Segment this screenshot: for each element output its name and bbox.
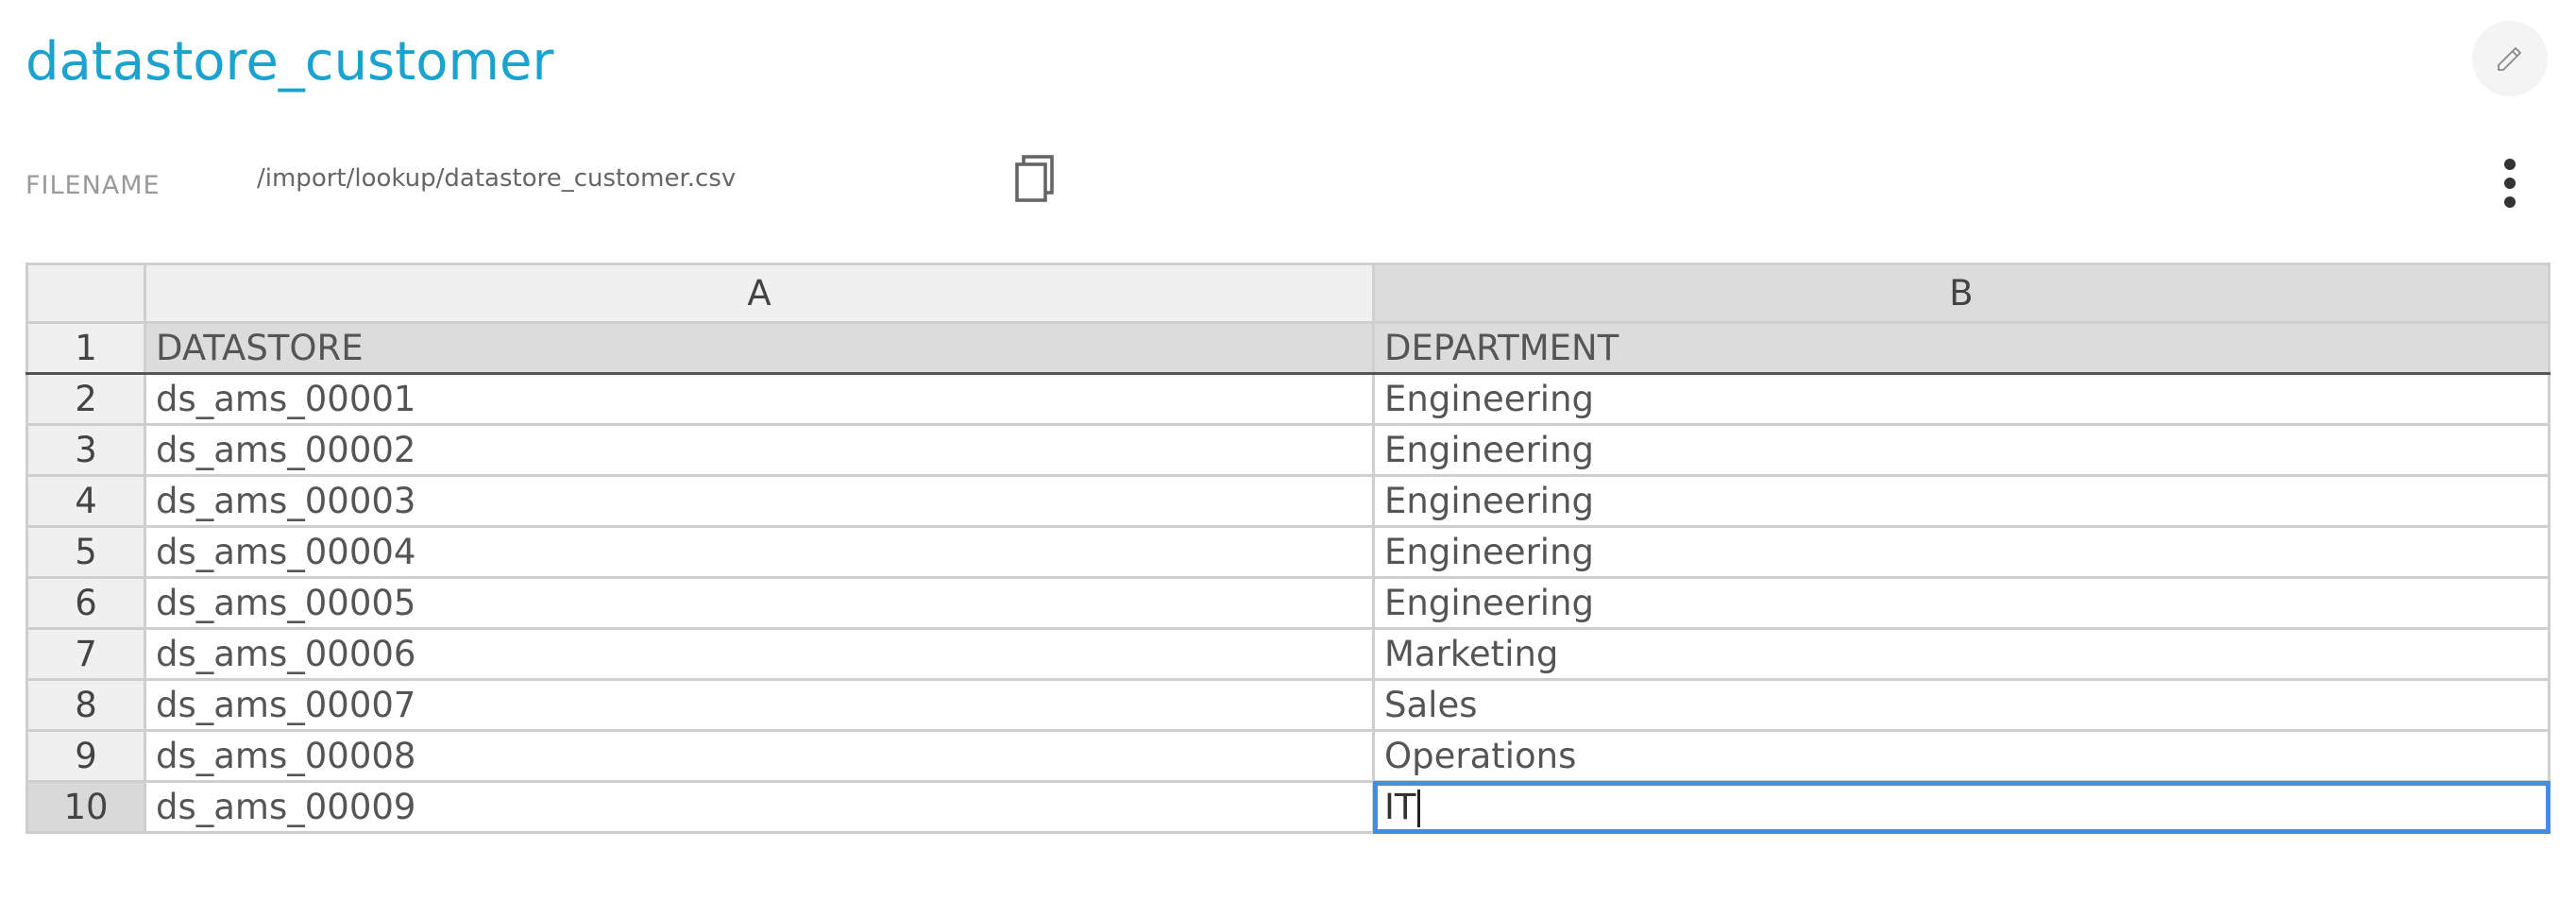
- row-number[interactable]: 1: [25, 321, 146, 375]
- selected-cell-editor[interactable]: IT: [1372, 780, 2551, 834]
- text-caret: [1416, 790, 1420, 828]
- row-number[interactable]: 10: [25, 780, 146, 834]
- table-row: 4 ds_ams_00003 Engineering: [25, 474, 2551, 528]
- filename-label: FILENAME: [25, 171, 161, 200]
- table-row: 6 ds_ams_00005 Engineering: [25, 576, 2551, 630]
- table-row: 7 ds_ams_00006 Marketing: [25, 627, 2551, 681]
- grid-cell[interactable]: ds_ams_00006: [144, 627, 1375, 681]
- table-row: 2 ds_ams_00001 Engineering: [25, 372, 2551, 426]
- row-number[interactable]: 5: [25, 525, 146, 579]
- grid-cell[interactable]: ds_ams_00008: [144, 729, 1375, 783]
- grid-cell[interactable]: ds_ams_00001: [144, 372, 1375, 426]
- more-options-button[interactable]: [2499, 157, 2521, 210]
- grid-cell[interactable]: ds_ams_00009: [144, 780, 1375, 834]
- grid-cell[interactable]: Engineering: [1372, 576, 2551, 630]
- grid-cell[interactable]: Operations: [1372, 729, 2551, 783]
- grid-cell[interactable]: Engineering: [1372, 423, 2551, 477]
- row-number[interactable]: 6: [25, 576, 146, 630]
- row-number[interactable]: 8: [25, 678, 146, 732]
- grid-cell[interactable]: Marketing: [1372, 627, 2551, 681]
- table-row: 9 ds_ams_00008 Operations: [25, 729, 2551, 783]
- selected-cell-value: IT: [1384, 786, 1416, 827]
- grid-cell[interactable]: Engineering: [1372, 525, 2551, 579]
- row-number[interactable]: 9: [25, 729, 146, 783]
- column-header-b[interactable]: B: [1372, 263, 2551, 324]
- grid-cell[interactable]: ds_ams_00007: [144, 678, 1375, 732]
- grid-cell[interactable]: Engineering: [1372, 372, 2551, 426]
- grid-cell[interactable]: Engineering: [1372, 474, 2551, 528]
- pencil-icon: [2498, 47, 2521, 71]
- grid-cell[interactable]: Sales: [1372, 678, 2551, 732]
- grid-cell[interactable]: ds_ams_00002: [144, 423, 1375, 477]
- table-row: 1 DATASTORE DEPARTMENT: [25, 321, 2551, 375]
- grid-cell[interactable]: ds_ams_00004: [144, 525, 1375, 579]
- more-vert-icon: [2504, 159, 2516, 208]
- row-number[interactable]: 2: [25, 372, 146, 426]
- grid-cell[interactable]: DATASTORE: [144, 321, 1375, 375]
- spreadsheet-grid: A B 1 DATASTORE DEPARTMENT 2 ds_ams_0000…: [25, 263, 2551, 834]
- table-row: 5 ds_ams_00004 Engineering: [25, 525, 2551, 579]
- copy-path-button[interactable]: [1014, 155, 1056, 204]
- grid-cell[interactable]: ds_ams_00005: [144, 576, 1375, 630]
- column-header-a[interactable]: A: [144, 263, 1375, 324]
- row-number[interactable]: 7: [25, 627, 146, 681]
- corner-cell[interactable]: [25, 263, 146, 324]
- grid-cell[interactable]: DEPARTMENT: [1372, 321, 2551, 375]
- table-row: 10 ds_ams_00009 IT: [25, 780, 2551, 834]
- filename-value: /import/lookup/datastore_customer.csv: [257, 164, 737, 193]
- grid-cell[interactable]: ds_ams_00003: [144, 474, 1375, 528]
- page-title: datastore_customer: [25, 31, 554, 93]
- column-header-row: A B: [25, 263, 2551, 324]
- row-number[interactable]: 3: [25, 423, 146, 477]
- row-number[interactable]: 4: [25, 474, 146, 528]
- table-row: 3 ds_ams_00002 Engineering: [25, 423, 2551, 477]
- copy-icon: [1015, 155, 1054, 202]
- table-row: 8 ds_ams_00007 Sales: [25, 678, 2551, 732]
- edit-button[interactable]: [2472, 21, 2548, 96]
